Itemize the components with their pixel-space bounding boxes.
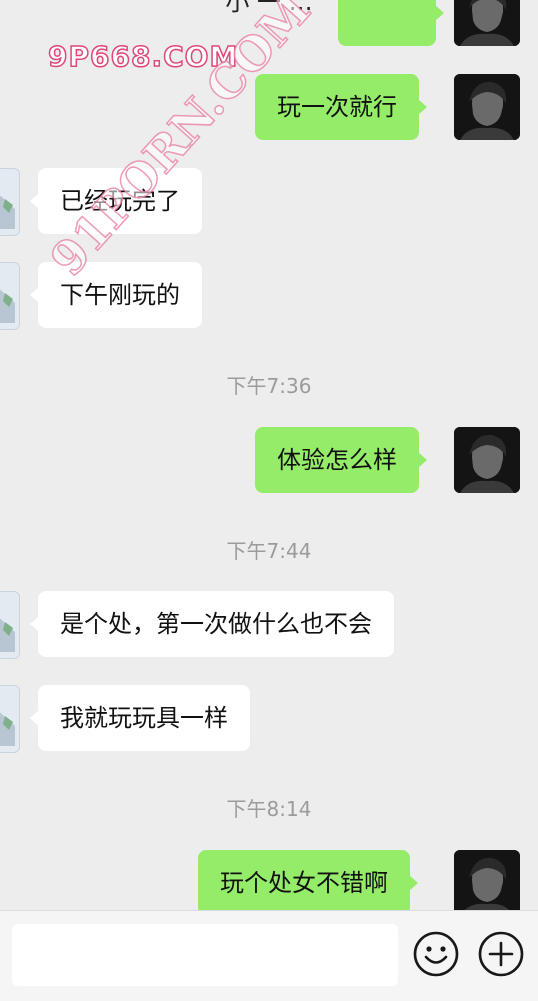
message-bubble-outgoing[interactable]: 玩一次就行 xyxy=(255,74,427,140)
timestamp: 下午7:44 xyxy=(226,539,312,563)
avatar[interactable] xyxy=(454,74,520,140)
avatar[interactable] xyxy=(454,0,520,46)
avatar[interactable] xyxy=(0,262,20,330)
emoji-icon[interactable] xyxy=(412,930,460,978)
avatar[interactable] xyxy=(0,168,20,236)
input-bar xyxy=(0,910,538,1001)
chat-area: 小 一 … 9P668.COM 玩一次就行 已经玩完了 下午刚玩的 91PORN… xyxy=(0,0,538,910)
timestamp: 下午8:14 xyxy=(226,797,312,821)
timestamp: 下午7:36 xyxy=(226,374,312,398)
avatar[interactable] xyxy=(454,850,520,910)
message-input[interactable] xyxy=(12,924,398,986)
message-bubble-outgoing[interactable]: 体验怎么样 xyxy=(255,427,427,493)
message-bubble-incoming[interactable]: 是个处，第一次做什么也不会 xyxy=(30,591,394,657)
avatar[interactable] xyxy=(454,427,520,493)
avatar[interactable] xyxy=(0,591,20,659)
message-bubble-outgoing[interactable]: 玩个处女不错啊 xyxy=(198,850,418,910)
message-bubble-incoming[interactable]: 下午刚玩的 xyxy=(30,262,202,328)
message-bubble-incoming[interactable]: 我就玩玩具一样 xyxy=(30,685,250,751)
plus-icon[interactable] xyxy=(477,930,525,978)
avatar[interactable] xyxy=(0,685,20,753)
message-bubble-outgoing[interactable] xyxy=(338,0,444,46)
